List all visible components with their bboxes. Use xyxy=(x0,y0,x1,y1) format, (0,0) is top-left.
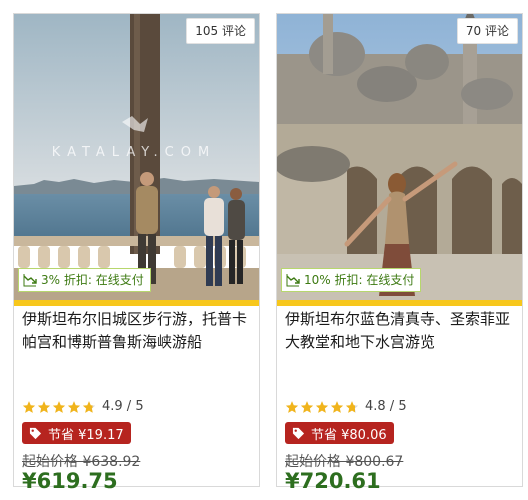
tour-photo[interactable]: KATALAY.COM xyxy=(14,14,259,300)
discount-badge: 3% 折扣: 在线支付 xyxy=(18,268,151,292)
rating-value: 4.9 / 5 xyxy=(102,399,144,414)
half-star-icon xyxy=(345,400,359,413)
star-icon xyxy=(67,400,81,413)
current-price: ¥619.75 xyxy=(22,469,118,493)
review-count-badge[interactable]: 105 评论 xyxy=(186,18,255,44)
tour-card[interactable]: 70 评论 10% 折扣: 在线支付 伊斯坦布尔蓝色清真寺、圣索菲亚大教堂和地下… xyxy=(276,13,523,493)
tour-card[interactable]: KATALAY.COM 105 评论 3% 折扣: 在线支付 伊斯坦布尔旧城区步… xyxy=(13,13,260,493)
rating-value: 4.8 / 5 xyxy=(365,399,407,414)
review-count-badge[interactable]: 70 评论 xyxy=(456,18,518,44)
rating: 4.9 / 5 xyxy=(22,399,144,414)
star-icon xyxy=(315,400,329,413)
rating: 4.8 / 5 xyxy=(285,399,407,414)
tag-icon xyxy=(292,427,305,439)
tag-icon xyxy=(29,427,42,439)
star-rating xyxy=(22,400,97,414)
tour-photo[interactable] xyxy=(277,14,522,300)
tour-card-grid: KATALAY.COM 105 评论 3% 折扣: 在线支付 伊斯坦布尔旧城区步… xyxy=(0,0,528,500)
star-icon xyxy=(37,400,51,413)
star-icon xyxy=(52,400,66,413)
star-icon xyxy=(285,400,299,413)
savings-text: 节省 ¥19.17 xyxy=(48,427,124,443)
original-price: 起始价格 ¥638.92 xyxy=(22,454,141,470)
current-price: ¥720.61 xyxy=(285,469,381,493)
star-icon xyxy=(330,400,344,413)
accent-bar xyxy=(277,300,522,306)
watermark-text: KATALAY.COM xyxy=(52,145,216,160)
star-icon xyxy=(22,400,36,413)
trending-down-icon xyxy=(23,274,37,287)
savings-badge: 节省 ¥19.17 xyxy=(22,422,131,444)
accent-bar xyxy=(14,300,259,306)
star-icon xyxy=(300,400,314,413)
discount-text: 3% 折扣: 在线支付 xyxy=(41,273,144,287)
star-rating xyxy=(285,400,360,414)
original-price: 起始价格 ¥800.67 xyxy=(285,454,404,470)
tour-title[interactable]: 伊斯坦布尔旧城区步行游，托普卡帕宫和博斯普鲁斯海峡游船 xyxy=(22,308,254,354)
trending-down-icon xyxy=(286,274,300,287)
savings-text: 节省 ¥80.06 xyxy=(311,427,387,443)
half-star-icon xyxy=(82,400,96,413)
tour-title[interactable]: 伊斯坦布尔蓝色清真寺、圣索菲亚大教堂和地下水宫游览 xyxy=(285,308,517,354)
discount-badge: 10% 折扣: 在线支付 xyxy=(281,268,422,292)
savings-badge: 节省 ¥80.06 xyxy=(285,422,394,444)
discount-text: 10% 折扣: 在线支付 xyxy=(304,273,415,287)
